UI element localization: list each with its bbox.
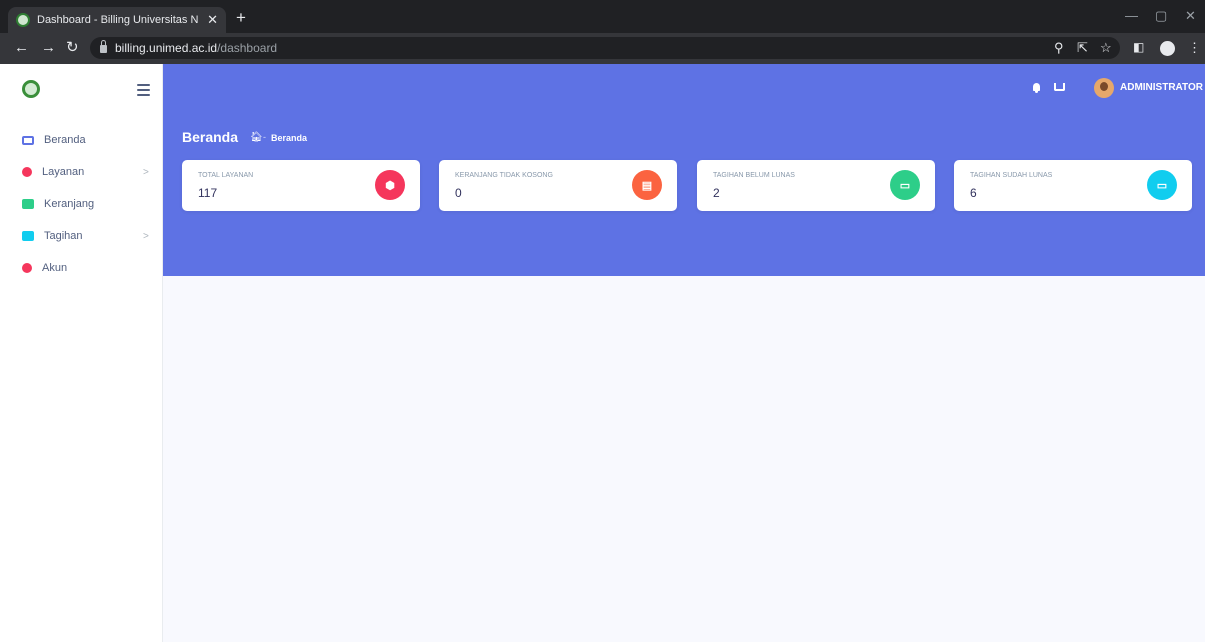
lock-icon xyxy=(100,40,107,53)
page-title: Beranda xyxy=(182,129,239,145)
box-icon xyxy=(22,167,32,177)
chevron-right-icon: > xyxy=(143,166,149,178)
back-icon[interactable]: ← xyxy=(14,39,29,57)
sidebar-item-keranjang[interactable]: Keranjang xyxy=(0,188,163,220)
window-close-icon[interactable]: ✕ xyxy=(1185,8,1196,24)
sidebar-item-label: Beranda xyxy=(44,134,86,146)
stat-card-tagihan-belum-lunas: TAGIHAN BELUM LUNAS 2 ▭ xyxy=(697,160,935,211)
monitor-icon xyxy=(22,135,34,145)
share-icon[interactable]: ⇱ xyxy=(1077,40,1088,56)
url-host: billing.unimed.ac.id xyxy=(115,41,218,55)
credit-card-icon: ▭ xyxy=(890,170,920,200)
profile-icon[interactable] xyxy=(1160,41,1175,56)
stat-card-keranjang: KERANJANG TIDAK KOSONG 0 ▤ xyxy=(439,160,677,211)
forward-icon[interactable]: → xyxy=(41,39,56,57)
sidebar-item-layanan[interactable]: Layanan > xyxy=(0,156,163,188)
url-path: /dashboard xyxy=(217,41,278,55)
stat-card-tagihan-sudah-lunas: TAGIHAN SUDAH LUNAS 6 ▭ xyxy=(954,160,1192,211)
cart-icon xyxy=(22,199,34,209)
card-value: 6 xyxy=(970,186,977,200)
credit-card-icon: ▭ xyxy=(1147,170,1177,200)
home-icon[interactable]: 🏠︎ xyxy=(250,132,263,143)
main-content xyxy=(163,276,1205,642)
sidebar-item-akun[interactable]: Akun xyxy=(0,252,163,284)
avatar[interactable] xyxy=(1094,78,1114,98)
browser-tabbar: Dashboard - Billing Universitas N ✕ + — … xyxy=(0,0,1205,33)
breadcrumb: Beranda xyxy=(271,133,308,143)
breadcrumb-separator: - xyxy=(263,132,266,142)
sidebar-item-tagihan[interactable]: Tagihan > xyxy=(0,220,163,252)
minimize-icon[interactable]: — xyxy=(1125,8,1138,23)
card-label: TAGIHAN BELUM LUNAS xyxy=(713,172,795,179)
sidebar: Beranda Layanan > Keranjang Tagihan > Ak… xyxy=(0,64,163,642)
search-icon[interactable]: ⚲ xyxy=(1054,40,1064,56)
tab-title: Dashboard - Billing Universitas N xyxy=(37,14,199,26)
maximize-icon[interactable]: ▢ xyxy=(1155,8,1167,24)
new-tab-button[interactable]: + xyxy=(236,8,246,28)
box-icon: ⬢ xyxy=(375,170,405,200)
hamburger-icon[interactable] xyxy=(137,84,150,99)
cart-icon: ▤ xyxy=(632,170,662,200)
card-label: KERANJANG TIDAK KOSONG xyxy=(455,172,553,179)
chevron-right-icon: > xyxy=(143,230,149,242)
sidebar-item-label: Akun xyxy=(42,262,68,274)
reload-icon[interactable]: ↻ xyxy=(66,39,79,57)
card-value: 2 xyxy=(713,186,720,200)
header-band: ADMINISTRATOR Beranda 🏠︎ - Beranda TOTAL… xyxy=(163,64,1205,276)
browser-tab[interactable]: Dashboard - Billing Universitas N ✕ xyxy=(8,7,226,33)
menu-icon[interactable]: ⋮ xyxy=(1188,40,1201,56)
card-value: 0 xyxy=(455,186,462,200)
star-icon[interactable]: ☆ xyxy=(1100,40,1112,56)
sidebar-item-label: Tagihan xyxy=(44,230,83,242)
logo[interactable] xyxy=(22,80,40,98)
tab-close-icon[interactable]: ✕ xyxy=(207,12,218,28)
card-label: TAGIHAN SUDAH LUNAS xyxy=(970,172,1053,179)
cart-icon[interactable] xyxy=(1054,83,1065,91)
card-icon xyxy=(22,231,34,241)
address-bar[interactable]: billing.unimed.ac.id /dashboard xyxy=(90,37,1120,59)
user-name[interactable]: ADMINISTRATOR xyxy=(1120,82,1203,93)
sidebar-item-label: Keranjang xyxy=(44,198,95,210)
card-value: 117 xyxy=(198,186,218,200)
sidebar-item-label: Layanan xyxy=(42,166,85,178)
stat-card-total-layanan: TOTAL LAYANAN 117 ⬢ xyxy=(182,160,420,211)
sidepanel-icon[interactable]: ◧ xyxy=(1133,40,1144,54)
sidebar-item-beranda[interactable]: Beranda xyxy=(0,124,163,156)
user-icon xyxy=(22,263,32,273)
bell-icon[interactable] xyxy=(1033,83,1040,93)
favicon-icon xyxy=(16,13,30,27)
browser-toolbar: ← → ↻ billing.unimed.ac.id /dashboard ⚲ … xyxy=(0,33,1205,64)
card-label: TOTAL LAYANAN xyxy=(198,172,254,179)
